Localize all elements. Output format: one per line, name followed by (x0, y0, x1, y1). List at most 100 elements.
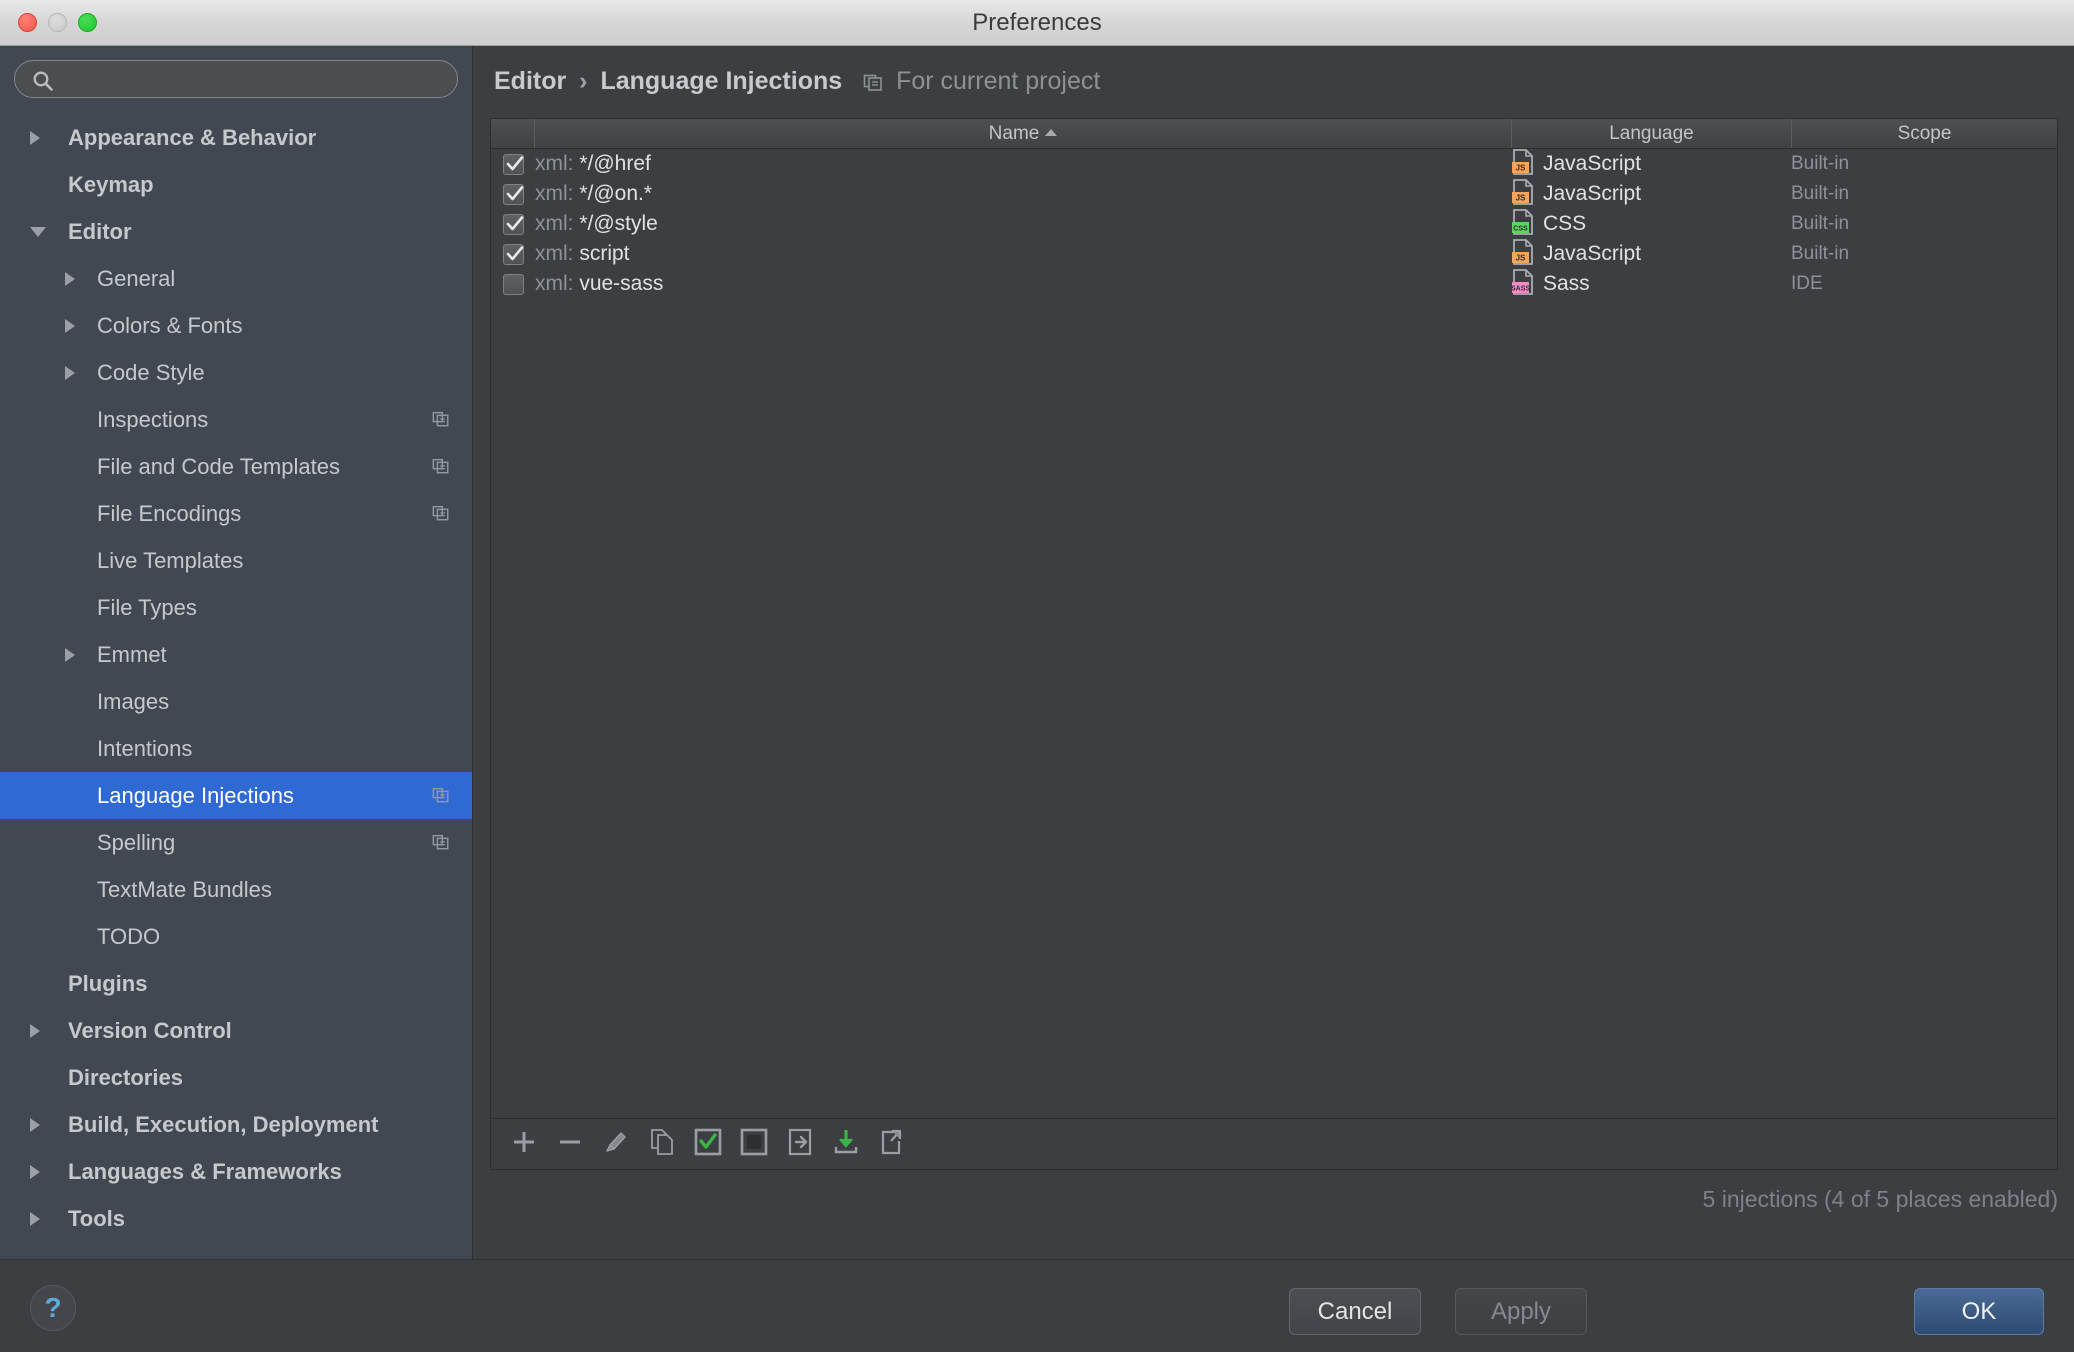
sidebar-item-spelling[interactable]: Spelling (0, 819, 472, 866)
edit-injection-button[interactable] (593, 1122, 639, 1168)
breadcrumb-current: Language Injections (600, 67, 843, 95)
row-enabled-checkbox[interactable] (491, 239, 534, 269)
sidebar-item-file-encodings[interactable]: File Encodings (0, 490, 472, 537)
chevron-right-icon[interactable] (65, 365, 75, 380)
sidebar-item-keymap[interactable]: Keymap (0, 161, 472, 208)
chevron-down-icon[interactable] (30, 226, 46, 237)
language-label: JavaScript (1543, 152, 1642, 175)
sidebar-item-code-style[interactable]: Code Style (0, 349, 472, 396)
sidebar-item-todo[interactable]: TODO (0, 913, 472, 960)
cancel-button[interactable]: Cancel (1289, 1288, 1421, 1335)
sidebar-item-file-and-code-templates[interactable]: File and Code Templates (0, 443, 472, 490)
duplicate-injection-button[interactable] (639, 1122, 685, 1168)
row-enabled-checkbox[interactable] (491, 209, 534, 239)
breadcrumb-root[interactable]: Editor (494, 67, 566, 95)
download-icon (832, 1128, 860, 1161)
name-prefix: xml: (535, 272, 580, 295)
row-enabled-checkbox[interactable] (491, 149, 534, 179)
checkmark-icon (506, 156, 524, 171)
sidebar-item-colors-fonts[interactable]: Colors & Fonts (0, 302, 472, 349)
chevron-right-icon[interactable] (30, 130, 40, 145)
sidebar-item-label: Language Injections (97, 783, 294, 808)
sidebar-item-build-execution-deployment[interactable]: Build, Execution, Deployment (0, 1101, 472, 1148)
language-label: Sass (1543, 272, 1590, 295)
injections-status-text: 5 injections (4 of 5 places enabled) (1702, 1186, 2058, 1212)
row-enabled-checkbox[interactable] (491, 179, 534, 209)
sidebar-item-label: Appearance & Behavior (68, 125, 317, 150)
table-row[interactable]: xml: vue-sass SASS Sass IDE (491, 269, 2057, 299)
chevron-right-icon[interactable] (30, 1164, 40, 1179)
sidebar-item-appearance-behavior[interactable]: Appearance & Behavior (0, 114, 472, 161)
project-scope-icon (432, 443, 450, 490)
cell-language: JS JavaScript (1511, 149, 1641, 179)
ok-button[interactable]: OK (1914, 1288, 2044, 1335)
window-titlebar: Preferences (0, 0, 2074, 46)
column-header-label: Name (988, 123, 1040, 144)
export-button[interactable] (869, 1122, 915, 1168)
sidebar-item-label: Images (97, 689, 170, 714)
name-value: */@style (579, 212, 658, 235)
sidebar-item-live-templates[interactable]: Live Templates (0, 537, 472, 584)
table-row[interactable]: xml: */@href JS JavaScript Built-in (491, 149, 2057, 179)
copy-icon (649, 1128, 675, 1161)
checked-box-icon (694, 1128, 722, 1161)
sidebar-item-label: General (97, 266, 176, 291)
sidebar-item-label: Build, Execution, Deployment (68, 1112, 379, 1137)
chevron-right-icon[interactable] (65, 318, 75, 333)
sidebar-item-language-injections[interactable]: Language Injections (0, 772, 472, 819)
chevron-right-icon[interactable] (65, 647, 75, 662)
chevron-right-icon[interactable] (30, 1211, 40, 1226)
cell-scope: Built-in (1791, 183, 1850, 204)
column-header-scope[interactable]: Scope (1791, 119, 2057, 148)
cell-name: xml: script (535, 239, 630, 269)
sidebar-item-version-control[interactable]: Version Control (0, 1007, 472, 1054)
download-button[interactable] (823, 1122, 869, 1168)
sidebar-item-label: Emmet (97, 642, 167, 667)
sidebar-item-emmet[interactable]: Emmet (0, 631, 472, 678)
row-enabled-checkbox[interactable] (491, 269, 534, 299)
table-row[interactable]: xml: */@on.* JS JavaScript Built-in (491, 179, 2057, 209)
language-label: JavaScript (1543, 242, 1642, 265)
disable-selected-button[interactable] (731, 1122, 777, 1168)
sidebar-item-general[interactable]: General (0, 255, 472, 302)
sidebar-item-intentions[interactable]: Intentions (0, 725, 472, 772)
sidebar-item-label: File Types (97, 595, 197, 620)
sidebar-item-editor[interactable]: Editor (0, 208, 472, 255)
column-header-checkbox[interactable] (491, 119, 534, 148)
sidebar-item-label: File and Code Templates (97, 454, 340, 479)
remove-injection-button[interactable] (547, 1122, 593, 1168)
name-value: script (579, 242, 630, 265)
search-field[interactable] (14, 60, 458, 98)
add-injection-button[interactable] (501, 1122, 547, 1168)
enable-selected-button[interactable] (685, 1122, 731, 1168)
cell-name: xml: */@href (535, 149, 651, 179)
chevron-right-icon[interactable] (65, 271, 75, 286)
column-header-language[interactable]: Language (1511, 119, 1791, 148)
checkbox-box (503, 244, 524, 265)
sidebar-item-directories[interactable]: Directories (0, 1054, 472, 1101)
cell-language: JS JavaScript (1511, 239, 1641, 269)
chevron-right-icon[interactable] (30, 1023, 40, 1038)
search-input[interactable] (65, 61, 445, 97)
column-header-name[interactable]: Name (534, 119, 1511, 148)
sidebar-item-languages-frameworks[interactable]: Languages & Frameworks (0, 1148, 472, 1195)
cell-scope: IDE (1791, 273, 1823, 294)
help-button[interactable]: ? (30, 1285, 76, 1331)
sidebar-item-images[interactable]: Images (0, 678, 472, 725)
chevron-right-icon[interactable] (30, 1117, 40, 1132)
sidebar-item-label: Directories (68, 1065, 183, 1090)
sidebar-item-tools[interactable]: Tools (0, 1195, 472, 1242)
apply-button[interactable]: Apply (1455, 1288, 1587, 1335)
import-icon (786, 1128, 814, 1161)
table-row[interactable]: xml: */@style CSS CSS Built-in (491, 209, 2057, 239)
table-row[interactable]: xml: script JS JavaScript Built-in (491, 239, 2057, 269)
name-value: vue-sass (579, 272, 664, 295)
project-scope-icon (432, 490, 450, 537)
import-button[interactable] (777, 1122, 823, 1168)
sidebar-item-plugins[interactable]: Plugins (0, 960, 472, 1007)
svg-text:JS: JS (1516, 164, 1526, 173)
cell-language: SASS Sass (1511, 269, 1590, 299)
sidebar-item-inspections[interactable]: Inspections (0, 396, 472, 443)
sidebar-item-textmate-bundles[interactable]: TextMate Bundles (0, 866, 472, 913)
sidebar-item-file-types[interactable]: File Types (0, 584, 472, 631)
